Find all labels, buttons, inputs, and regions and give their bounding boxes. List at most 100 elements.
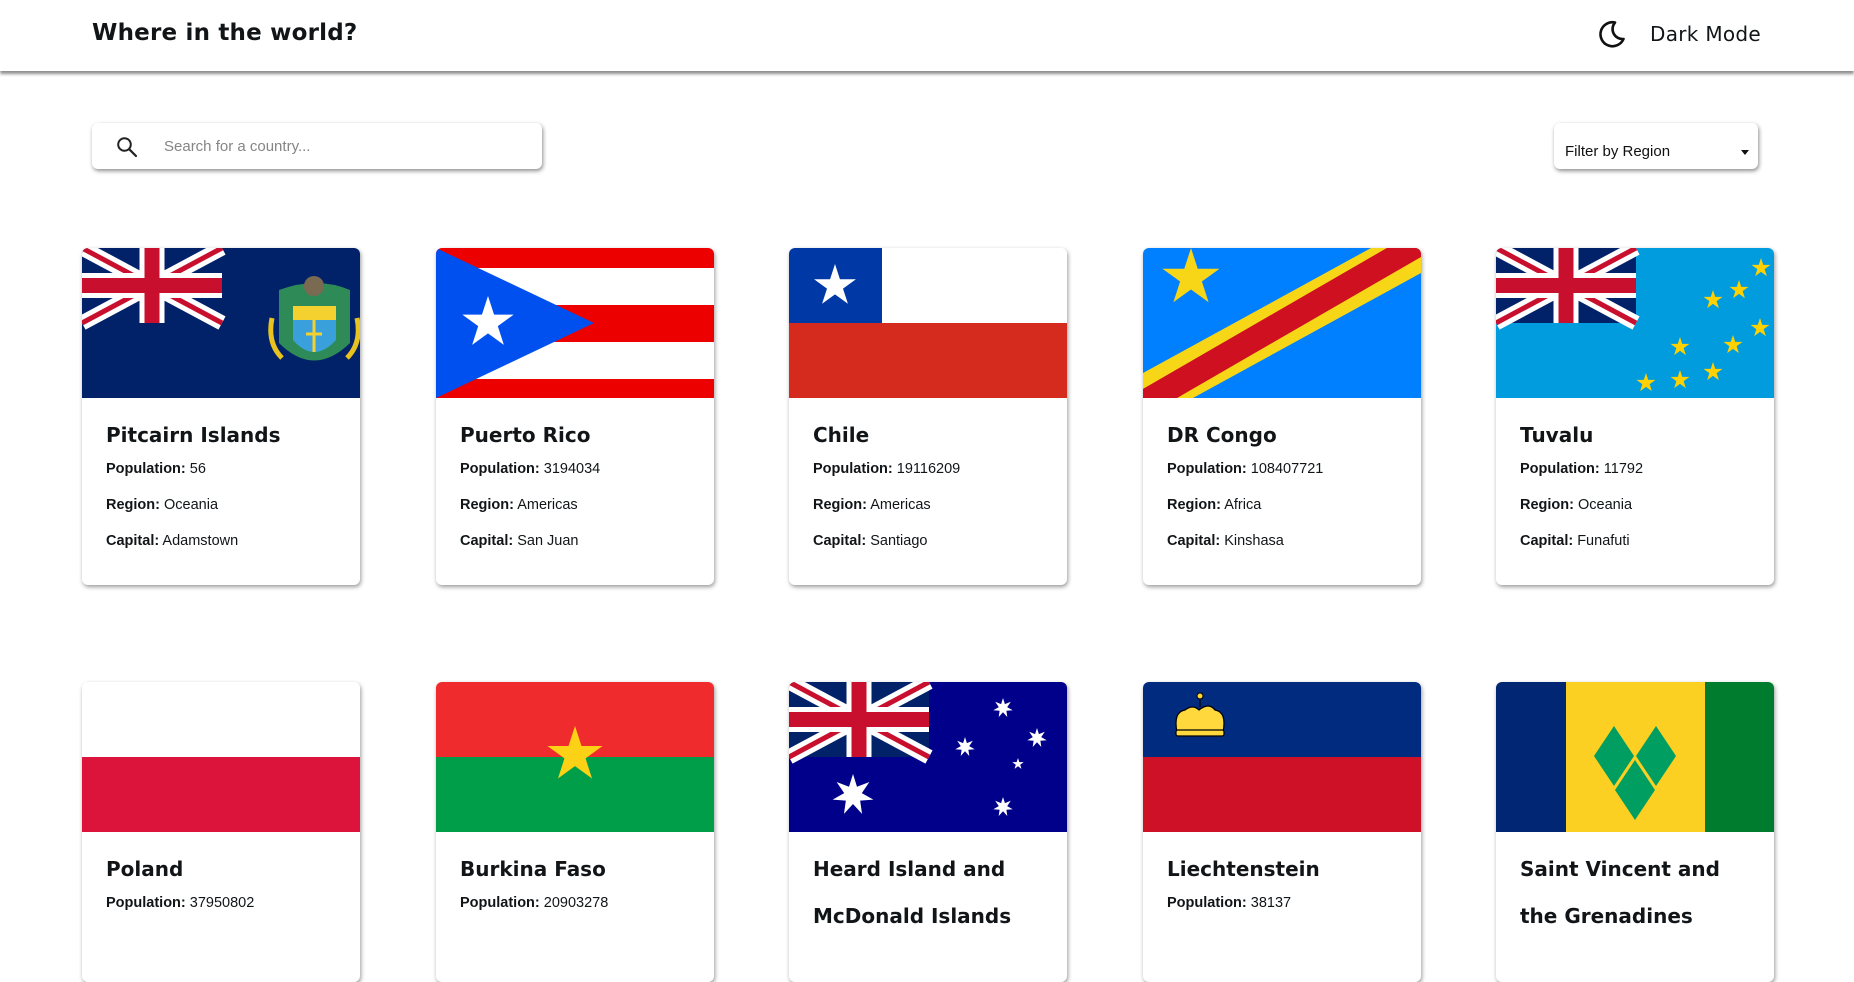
search-box[interactable] bbox=[92, 123, 542, 169]
population-value: 11792 bbox=[1603, 461, 1644, 477]
capital-label: Capital: bbox=[106, 533, 160, 549]
capital-value: Santiago bbox=[870, 533, 928, 549]
card-body: Burkina Faso Population: 20903278 bbox=[436, 832, 714, 912]
country-name: Pitcairn Islands bbox=[106, 423, 281, 447]
country-card-burkina-faso[interactable]: Burkina Faso Population: 20903278 bbox=[436, 682, 714, 982]
flag-tuvalu bbox=[1496, 248, 1774, 398]
capital-value: Funafuti bbox=[1577, 533, 1630, 549]
dark-mode-label: Dark Mode bbox=[1650, 22, 1762, 46]
country-card-tuvalu[interactable]: Tuvalu Population: 11792 Region: Oceania… bbox=[1496, 248, 1774, 585]
card-body: Poland Population: 37950802 bbox=[82, 832, 360, 912]
flag-liechtenstein bbox=[1143, 682, 1421, 832]
region-label: Region: bbox=[460, 497, 514, 513]
capital-row: Capital: Adamstown bbox=[106, 532, 336, 550]
country-card-pitcairn-islands[interactable]: Pitcairn Islands Population: 56 Region: … bbox=[82, 248, 360, 585]
capital-label: Capital: bbox=[1167, 533, 1221, 549]
population-row: Population: 38137 bbox=[1167, 894, 1397, 912]
capital-label: Capital: bbox=[813, 533, 867, 549]
population-value: 108407721 bbox=[1250, 461, 1324, 477]
population-row: Population: 19116209 bbox=[813, 460, 1043, 478]
region-label: Region: bbox=[1167, 497, 1221, 513]
population-label: Population: bbox=[1520, 461, 1600, 477]
region-row: Region: Oceania bbox=[1520, 496, 1750, 514]
population-value: 56 bbox=[189, 461, 206, 477]
population-value: 19116209 bbox=[896, 461, 961, 477]
population-label: Population: bbox=[460, 895, 540, 911]
moon-icon bbox=[1599, 20, 1625, 48]
flag-puerto-rico bbox=[436, 248, 714, 398]
dark-mode-toggle[interactable]: Dark Mode bbox=[1596, 16, 1761, 52]
country-name: Poland bbox=[106, 857, 184, 881]
site-title: Where in the world? bbox=[92, 20, 358, 46]
population-value: 3194034 bbox=[543, 461, 601, 477]
population-row: Population: 108407721 bbox=[1167, 460, 1397, 478]
region-value: Americas bbox=[870, 497, 931, 513]
card-body: Chile Population: 19116209 Region: Ameri… bbox=[789, 398, 1067, 550]
flag-dr-congo bbox=[1143, 248, 1421, 398]
population-value: 20903278 bbox=[543, 895, 609, 911]
region-label: Region: bbox=[813, 497, 867, 513]
flag-poland bbox=[82, 682, 360, 832]
country-name: Tuvalu bbox=[1520, 423, 1594, 447]
region-row: Region: Africa bbox=[1167, 496, 1397, 514]
card-body: Pitcairn Islands Population: 56 Region: … bbox=[82, 398, 360, 550]
population-value: 38137 bbox=[1250, 895, 1292, 911]
population-label: Population: bbox=[106, 461, 186, 477]
population-row: Population: 11792 bbox=[1520, 460, 1750, 478]
capital-value: Kinshasa bbox=[1224, 533, 1284, 549]
region-value: Oceania bbox=[1578, 497, 1633, 513]
capital-row: Capital: Santiago bbox=[813, 532, 1043, 550]
population-label: Population: bbox=[1167, 461, 1247, 477]
population-label: Population: bbox=[106, 895, 186, 911]
country-name: Burkina Faso bbox=[460, 857, 606, 881]
population-row: Population: 37950802 bbox=[106, 894, 336, 912]
country-name: Heard Island and McDonald Islands bbox=[813, 857, 1012, 928]
region-row: Region: Americas bbox=[813, 496, 1043, 514]
region-value: Africa bbox=[1224, 497, 1262, 513]
search-icon bbox=[117, 137, 138, 158]
capital-row: Capital: Kinshasa bbox=[1167, 532, 1397, 550]
capital-value: Adamstown bbox=[162, 533, 239, 549]
card-body: DR Congo Population: 108407721 Region: A… bbox=[1143, 398, 1421, 550]
card-body: Tuvalu Population: 11792 Region: Oceania… bbox=[1496, 398, 1774, 550]
search-input[interactable] bbox=[164, 131, 524, 161]
country-card-chile[interactable]: Chile Population: 19116209 Region: Ameri… bbox=[789, 248, 1067, 585]
capital-row: Capital: San Juan bbox=[460, 532, 690, 550]
population-row: Population: 20903278 bbox=[460, 894, 690, 912]
country-name: Puerto Rico bbox=[460, 423, 591, 447]
region-label: Region: bbox=[1520, 497, 1574, 513]
region-value: Oceania bbox=[164, 497, 219, 513]
card-body: Liechtenstein Population: 38137 bbox=[1143, 832, 1421, 912]
country-name: Liechtenstein bbox=[1167, 857, 1320, 881]
flag-burkina-faso bbox=[436, 682, 714, 832]
population-row: Population: 3194034 bbox=[460, 460, 690, 478]
capital-label: Capital: bbox=[460, 533, 514, 549]
population-row: Population: 56 bbox=[106, 460, 336, 478]
flag-saint-vincent bbox=[1496, 682, 1774, 832]
flag-chile bbox=[789, 248, 1067, 398]
region-filter-select[interactable]: Filter by Region bbox=[1554, 123, 1758, 169]
country-card-dr-congo[interactable]: DR Congo Population: 108407721 Region: A… bbox=[1143, 248, 1421, 585]
country-card-poland[interactable]: Poland Population: 37950802 bbox=[82, 682, 360, 982]
country-card-liechtenstein[interactable]: Liechtenstein Population: 38137 bbox=[1143, 682, 1421, 982]
region-filter-label: Filter by Region bbox=[1565, 143, 1671, 160]
population-value: 37950802 bbox=[189, 895, 255, 911]
country-name: Saint Vincent and the Grenadines bbox=[1520, 857, 1720, 928]
capital-value: San Juan bbox=[517, 533, 579, 549]
flag-heard-island bbox=[789, 682, 1067, 832]
region-row: Region: Oceania bbox=[106, 496, 336, 514]
country-card-puerto-rico[interactable]: Puerto Rico Population: 3194034 Region: … bbox=[436, 248, 714, 585]
region-row: Region: Americas bbox=[460, 496, 690, 514]
card-body: Heard Island and McDonald Islands bbox=[789, 832, 1067, 940]
country-name: Chile bbox=[813, 423, 870, 447]
capital-label: Capital: bbox=[1520, 533, 1574, 549]
site-header: Where in the world? Dark Mode bbox=[0, 0, 1854, 71]
population-label: Population: bbox=[813, 461, 893, 477]
country-card-heard-island[interactable]: Heard Island and McDonald Islands bbox=[789, 682, 1067, 982]
flag-pitcairn-islands bbox=[82, 248, 360, 398]
card-body: Saint Vincent and the Grenadines bbox=[1496, 832, 1774, 940]
region-label: Region: bbox=[106, 497, 160, 513]
country-card-saint-vincent[interactable]: Saint Vincent and the Grenadines bbox=[1496, 682, 1774, 982]
chevron-down-icon bbox=[1741, 150, 1749, 155]
capital-row: Capital: Funafuti bbox=[1520, 532, 1750, 550]
